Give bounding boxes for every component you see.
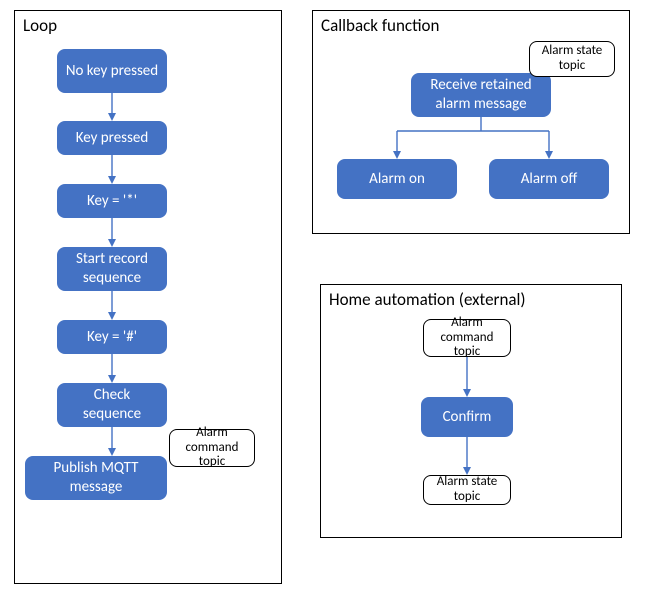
- annot-alarm-state-callback: Alarm state topic: [529, 41, 615, 77]
- annot-label: Alarm state topic: [536, 44, 608, 74]
- annot-alarm-state-home: Alarm state topic: [423, 475, 511, 505]
- node-label: Check sequence: [63, 386, 161, 424]
- node-label: Receive retained alarm message: [417, 76, 545, 114]
- node-label: Alarm off: [521, 170, 578, 189]
- annot-label: Alarm command topic: [176, 426, 248, 471]
- annot-label: Alarm state topic: [430, 475, 504, 505]
- panel-loop-title: Loop: [23, 15, 57, 36]
- node-alarm-on: Alarm on: [337, 159, 457, 199]
- node-label: No key pressed: [66, 62, 158, 81]
- node-check-sequence: Check sequence: [57, 383, 167, 427]
- node-label: Key pressed: [76, 129, 149, 148]
- node-label: Confirm: [443, 408, 492, 427]
- node-alarm-off: Alarm off: [489, 159, 609, 199]
- node-label: Alarm on: [369, 170, 425, 189]
- annot-alarm-command-home: Alarm command topic: [423, 319, 511, 357]
- node-key-hash: Key = '#': [57, 320, 167, 354]
- annot-label: Alarm command topic: [430, 316, 504, 361]
- node-label: Key = '*': [87, 192, 137, 211]
- node-no-key-pressed: No key pressed: [57, 49, 167, 93]
- node-confirm: Confirm: [421, 397, 513, 437]
- panel-home-title: Home automation (external): [329, 289, 526, 310]
- panel-home-automation: Home automation (external) Alarm command…: [320, 284, 622, 538]
- node-key-pressed: Key pressed: [57, 121, 167, 155]
- node-label: Publish MQTT message: [31, 459, 161, 497]
- panel-callback-title: Callback function: [321, 15, 439, 36]
- panel-callback: Callback function Receive retained alarm…: [312, 10, 630, 234]
- node-receive-retained: Receive retained alarm message: [411, 73, 551, 117]
- node-publish-mqtt: Publish MQTT message: [25, 456, 167, 500]
- node-start-record: Start record sequence: [57, 247, 167, 291]
- node-key-star: Key = '*': [57, 184, 167, 218]
- annot-alarm-command-loop: Alarm command topic: [169, 429, 255, 467]
- panel-loop: Loop No key pressed Key pressed Key = '*…: [14, 10, 282, 584]
- node-label: Start record sequence: [63, 250, 161, 288]
- node-label: Key = '#': [87, 328, 137, 347]
